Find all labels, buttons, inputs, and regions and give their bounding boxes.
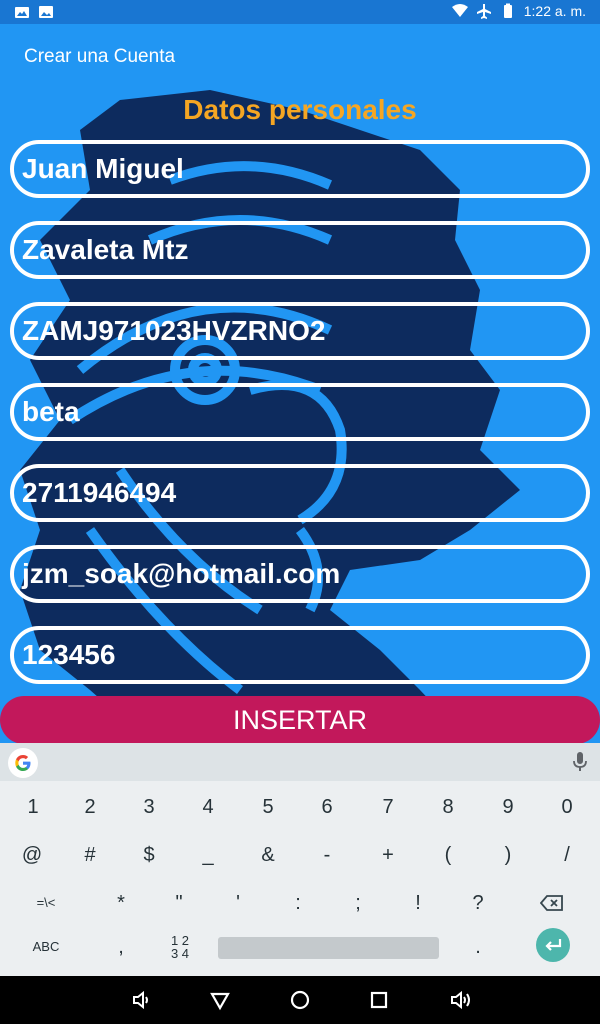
key-6[interactable]: 6 (297, 784, 357, 830)
key-semicolon[interactable]: ; (328, 880, 388, 926)
navigation-bar (0, 976, 600, 1024)
password-field[interactable]: 123456 (10, 626, 590, 684)
home-icon[interactable] (288, 988, 312, 1012)
volume-up-icon[interactable] (449, 988, 473, 1012)
key-numpad[interactable]: 1 2 3 4 (150, 924, 210, 970)
key-hash[interactable]: # (60, 832, 120, 878)
key-open-paren[interactable]: ( (418, 832, 478, 878)
keyboard: 1 2 3 4 5 6 7 8 9 0 @ # $ _ & - + ( ) / … (0, 743, 600, 976)
gallery-icon (14, 4, 30, 20)
first-name-field[interactable]: Juan Miguel (10, 140, 590, 198)
key-4[interactable]: 4 (178, 784, 238, 830)
back-icon[interactable] (208, 988, 232, 1012)
key-double-quote[interactable]: " (149, 880, 209, 926)
email-field[interactable]: jzm_soak@hotmail.com (10, 545, 590, 603)
recents-icon[interactable] (367, 988, 391, 1012)
status-bar: 1:22 a. m. (0, 0, 600, 24)
status-time: 1:22 a. m. (523, 3, 586, 19)
key-plus[interactable]: + (358, 832, 418, 878)
key-0[interactable]: 0 (537, 784, 597, 830)
enter-icon (545, 939, 562, 951)
key-ampersand[interactable]: & (238, 832, 298, 878)
keyboard-row-more-symbols: =\< * " ' : ; ! ? (0, 880, 600, 926)
key-3[interactable]: 3 (119, 784, 179, 830)
google-icon[interactable] (8, 748, 38, 778)
last-name-field[interactable]: Zavaleta Mtz (10, 221, 590, 279)
phone-field[interactable]: 2711946494 (10, 464, 590, 522)
username-field[interactable]: beta (10, 383, 590, 441)
enter-key[interactable] (536, 928, 570, 962)
keyboard-suggestion-bar (0, 743, 600, 781)
wifi-icon (451, 3, 468, 19)
key-single-quote[interactable]: ' (208, 880, 268, 926)
key-question[interactable]: ? (448, 880, 508, 926)
keyboard-row-symbols: @ # $ _ & - + ( ) / (0, 832, 600, 878)
key-period[interactable]: . (448, 924, 508, 970)
battery-icon (500, 3, 516, 19)
key-more-symbols[interactable]: =\< (16, 880, 76, 926)
curp-field[interactable]: ZAMJ971023HVZRNO2 (10, 302, 590, 360)
key-close-paren[interactable]: ) (478, 832, 538, 878)
keyboard-row-bottom: ABC , 1 2 3 4 . (0, 924, 600, 970)
key-comma[interactable]: , (91, 924, 151, 970)
key-asterisk[interactable]: * (91, 880, 151, 926)
airplane-icon (476, 3, 492, 19)
backspace-icon (539, 895, 564, 917)
key-slash[interactable]: / (537, 832, 597, 878)
section-title: Datos personales (183, 94, 417, 125)
keyboard-row-digits: 1 2 3 4 5 6 7 8 9 0 (0, 784, 600, 830)
key-exclamation[interactable]: ! (388, 880, 448, 926)
key-minus[interactable]: - (297, 832, 357, 878)
key-2[interactable]: 2 (60, 784, 120, 830)
key-8[interactable]: 8 (418, 784, 478, 830)
key-colon[interactable]: : (268, 880, 328, 926)
volume-down-icon[interactable] (129, 988, 153, 1012)
microphone-icon[interactable] (570, 751, 590, 773)
insert-button[interactable]: INSERTAR (0, 696, 600, 743)
key-5[interactable]: 5 (238, 784, 298, 830)
key-underscore[interactable]: _ (178, 832, 238, 878)
key-9[interactable]: 9 (478, 784, 538, 830)
form-container: Datos personales Juan Miguel Zavaleta Mt… (0, 90, 600, 743)
backspace-key[interactable] (522, 880, 582, 926)
key-7[interactable]: 7 (358, 784, 418, 830)
key-abc[interactable]: ABC (16, 924, 76, 970)
key-1[interactable]: 1 (3, 784, 63, 830)
page-title: Crear una Cuenta (24, 46, 176, 67)
key-dollar[interactable]: $ (119, 832, 179, 878)
app-bar: Crear una Cuenta (0, 24, 600, 90)
image-icon (38, 4, 54, 20)
key-at[interactable]: @ (2, 832, 62, 878)
space-bar[interactable] (218, 937, 439, 959)
